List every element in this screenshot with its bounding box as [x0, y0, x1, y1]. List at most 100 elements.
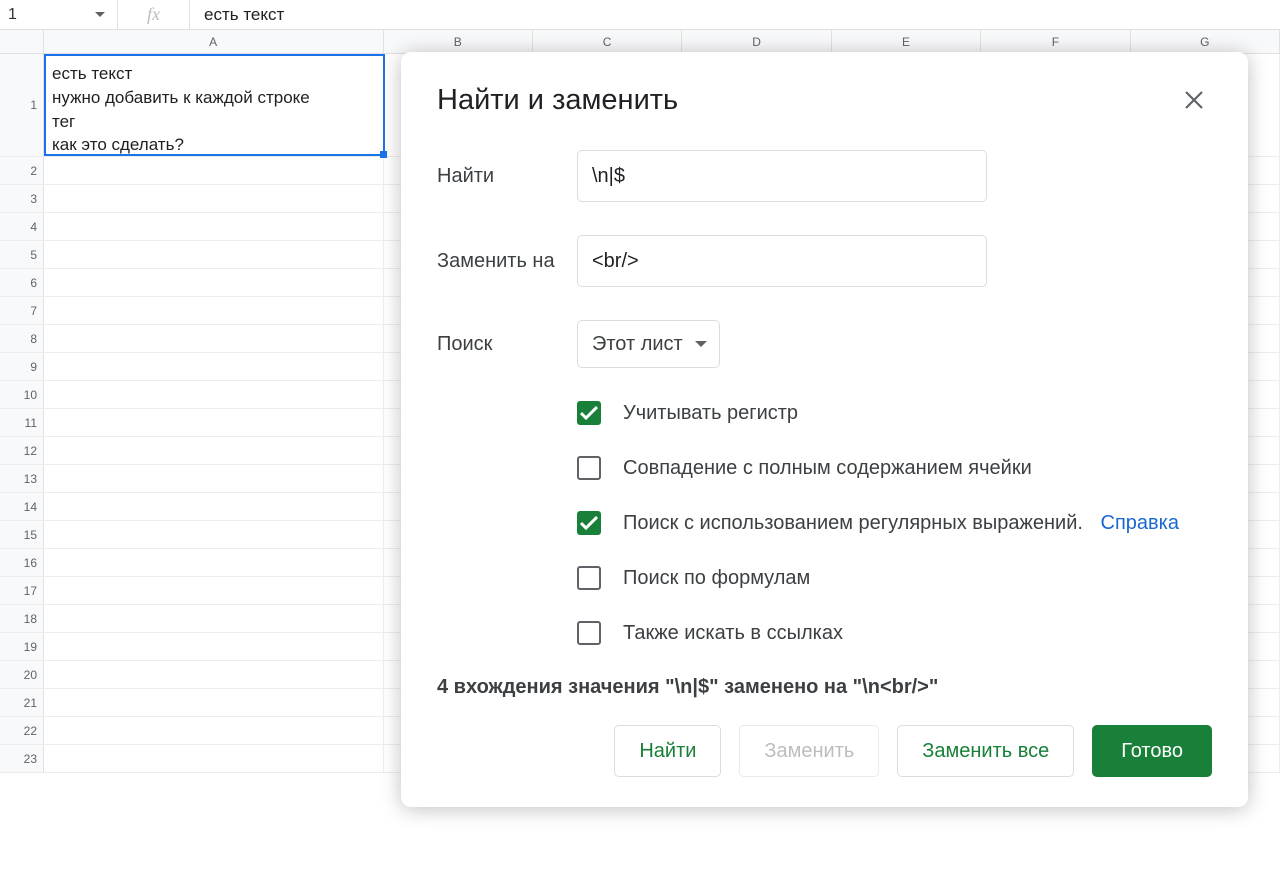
row-header-18[interactable]: 18	[0, 605, 44, 632]
col-header-A[interactable]: A	[44, 30, 384, 53]
cell-A21[interactable]	[44, 689, 384, 716]
column-headers: A B C D E F G	[0, 30, 1280, 54]
checkbox-match-entire-row: Совпадение с полным содержанием ячейки	[577, 456, 1212, 480]
checkbox-match-case-label: Учитывать регистр	[623, 402, 798, 425]
cell-A5[interactable]	[44, 241, 384, 268]
regex-help-link[interactable]: Справка	[1101, 512, 1179, 534]
cell-A8[interactable]	[44, 325, 384, 352]
row-header-22[interactable]: 22	[0, 717, 44, 744]
cell-A14[interactable]	[44, 493, 384, 520]
cell-A23[interactable]	[44, 745, 384, 772]
cell-A22[interactable]	[44, 717, 384, 744]
row-header-16[interactable]: 16	[0, 549, 44, 576]
row-header-11[interactable]: 11	[0, 409, 44, 436]
row-header-5[interactable]: 5	[0, 241, 44, 268]
replace-row: Заменить на	[437, 235, 1212, 287]
replace-input[interactable]	[577, 235, 987, 287]
row-header-12[interactable]: 12	[0, 437, 44, 464]
check-icon	[580, 516, 598, 530]
search-scope-label: Поиск	[437, 333, 577, 356]
row-header-8[interactable]: 8	[0, 325, 44, 352]
replace-label: Заменить на	[437, 250, 577, 273]
dialog-buttons: Найти Заменить Заменить все Готово	[437, 725, 1212, 777]
cell-A6[interactable]	[44, 269, 384, 296]
row-header-23[interactable]: 23	[0, 745, 44, 772]
cell-A4[interactable]	[44, 213, 384, 240]
replace-button[interactable]: Заменить	[739, 725, 879, 777]
row-header-9[interactable]: 9	[0, 353, 44, 380]
check-icon	[580, 406, 598, 420]
checkbox-links[interactable]	[577, 621, 601, 645]
close-icon	[1184, 90, 1204, 110]
row-header-2[interactable]: 2	[0, 157, 44, 184]
checkbox-links-row: Также искать в ссылках	[577, 621, 1212, 645]
col-header-G[interactable]: G	[1131, 30, 1280, 53]
fx-label: fx	[118, 0, 190, 29]
cell-A15[interactable]	[44, 521, 384, 548]
search-scope-select[interactable]: Этот лист	[577, 320, 720, 368]
checkbox-match-case-row: Учитывать регистр	[577, 401, 1212, 425]
cell-A20[interactable]	[44, 661, 384, 688]
cell-A11[interactable]	[44, 409, 384, 436]
col-header-E[interactable]: E	[832, 30, 981, 53]
cell-A7[interactable]	[44, 297, 384, 324]
cell-A19[interactable]	[44, 633, 384, 660]
row-header-3[interactable]: 3	[0, 185, 44, 212]
cell-A3[interactable]	[44, 185, 384, 212]
row-header-17[interactable]: 17	[0, 577, 44, 604]
cell-A16[interactable]	[44, 549, 384, 576]
row-header-20[interactable]: 20	[0, 661, 44, 688]
col-header-B[interactable]: B	[384, 30, 533, 53]
row-header-19[interactable]: 19	[0, 633, 44, 660]
col-header-F[interactable]: F	[981, 30, 1130, 53]
row-header-10[interactable]: 10	[0, 381, 44, 408]
row-header-13[interactable]: 13	[0, 465, 44, 492]
search-scope-row: Поиск Этот лист	[437, 320, 1212, 368]
find-button[interactable]: Найти	[614, 725, 721, 777]
checkbox-match-entire[interactable]	[577, 456, 601, 480]
checkbox-group: Учитывать регистр Совпадение с полным со…	[577, 401, 1212, 645]
formula-input[interactable]: есть текст	[190, 5, 1280, 25]
checkbox-regex-row: Поиск с использованием регулярных выраже…	[577, 511, 1212, 535]
row-header-4[interactable]: 4	[0, 213, 44, 240]
checkbox-formulas-row: Поиск по формулам	[577, 566, 1212, 590]
select-all-corner[interactable]	[0, 30, 44, 53]
cell-A13[interactable]	[44, 465, 384, 492]
find-label: Найти	[437, 165, 577, 188]
formula-bar: 1 fx есть текст	[0, 0, 1280, 30]
cell-A17[interactable]	[44, 577, 384, 604]
name-box[interactable]: 1	[0, 0, 118, 29]
chevron-down-icon	[695, 341, 707, 347]
row-header-15[interactable]: 15	[0, 521, 44, 548]
done-button[interactable]: Готово	[1092, 725, 1212, 777]
close-button[interactable]	[1176, 82, 1212, 118]
cell-A1[interactable]	[44, 54, 384, 156]
replace-status: 4 вхождения значения "\n|$" заменено на …	[437, 676, 1212, 699]
checkbox-regex[interactable]	[577, 511, 601, 535]
name-box-dropdown-icon[interactable]	[91, 12, 109, 18]
cell-A12[interactable]	[44, 437, 384, 464]
cell-A18[interactable]	[44, 605, 384, 632]
checkbox-links-label: Также искать в ссылках	[623, 622, 843, 645]
replace-all-button[interactable]: Заменить все	[897, 725, 1074, 777]
col-header-D[interactable]: D	[682, 30, 831, 53]
cell-A9[interactable]	[44, 353, 384, 380]
dialog-title: Найти и заменить	[437, 84, 678, 117]
col-header-C[interactable]: C	[533, 30, 682, 53]
checkbox-regex-label: Поиск с использованием регулярных выраже…	[623, 512, 1083, 534]
checkbox-formulas-label: Поиск по формулам	[623, 567, 810, 590]
checkbox-match-case[interactable]	[577, 401, 601, 425]
row-header-7[interactable]: 7	[0, 297, 44, 324]
row-header-14[interactable]: 14	[0, 493, 44, 520]
cell-A10[interactable]	[44, 381, 384, 408]
search-scope-value: Этот лист	[592, 333, 683, 356]
checkbox-match-entire-label: Совпадение с полным содержанием ячейки	[623, 457, 1032, 480]
dialog-header: Найти и заменить	[437, 82, 1212, 118]
row-header-6[interactable]: 6	[0, 269, 44, 296]
find-replace-dialog: Найти и заменить Найти Заменить на Поиск…	[401, 52, 1248, 807]
row-header-21[interactable]: 21	[0, 689, 44, 716]
row-header-1[interactable]: 1	[0, 54, 44, 156]
cell-A2[interactable]	[44, 157, 384, 184]
find-input[interactable]	[577, 150, 987, 202]
checkbox-formulas[interactable]	[577, 566, 601, 590]
